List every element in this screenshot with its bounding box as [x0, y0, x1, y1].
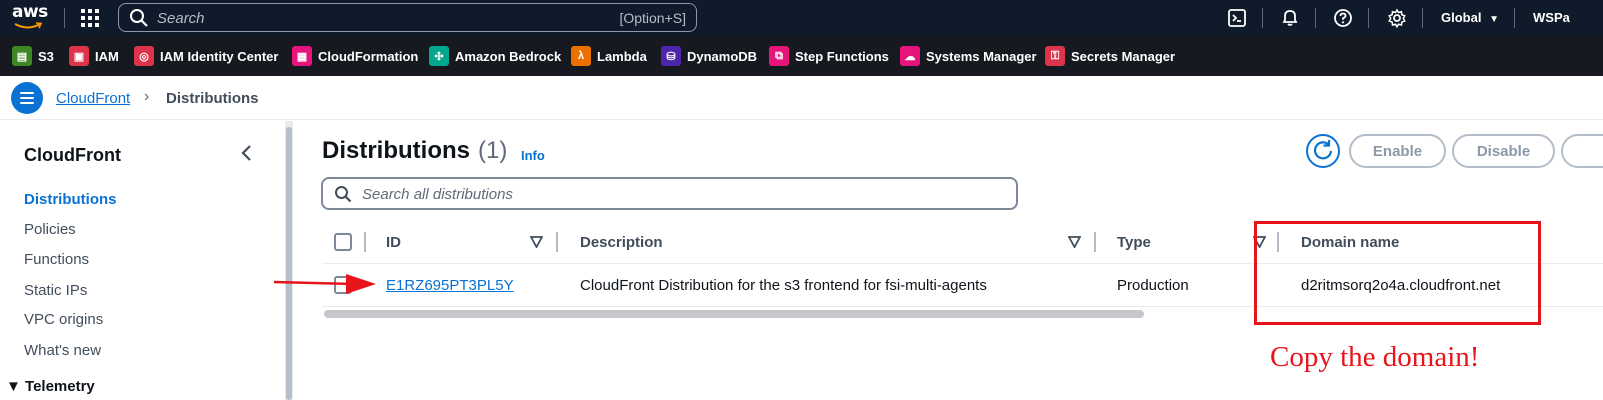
column-divider[interactable]	[1094, 232, 1096, 252]
favorite-label: Lambda	[597, 48, 647, 64]
sidebar-section-telemetry[interactable]: ▼ Telemetry	[6, 378, 95, 395]
sidebar-item-distributions[interactable]: Distributions	[24, 191, 117, 208]
lambda-icon: λ	[571, 46, 591, 66]
gear-icon[interactable]	[1387, 8, 1407, 28]
favorites-bar: ▤ S3 ▣ IAM ◎ IAM Identity Center ▦ CloudForm…	[0, 36, 1603, 76]
sidebar-scrollbar[interactable]	[285, 121, 293, 400]
region-label: Global	[1441, 10, 1482, 25]
search-icon	[335, 186, 352, 203]
divider	[1514, 8, 1515, 28]
search-placeholder: Search all distributions	[362, 186, 513, 203]
annotation-arrow-icon	[273, 274, 376, 294]
enable-button[interactable]: Enable	[1349, 134, 1446, 168]
side-navigation: CloudFront Distributions Policies Functi…	[0, 121, 285, 400]
favorite-cloudformation[interactable]: ▦ CloudFormation	[292, 45, 418, 67]
annotation-text: Copy the domain!	[1270, 341, 1480, 373]
favorite-secrets-manager[interactable]: ⚿ Secrets Manager	[1045, 45, 1175, 67]
favorite-label: S3	[38, 48, 54, 64]
sidebar-item-vpc-origins[interactable]: VPC origins	[24, 311, 103, 328]
bell-icon[interactable]	[1280, 8, 1300, 28]
breadcrumb-current: Distributions	[166, 90, 259, 107]
favorite-dynamodb[interactable]: ⛁ DynamoDB	[661, 45, 757, 67]
divider	[1422, 8, 1423, 28]
sidebar-item-static-ips[interactable]: Static IPs	[24, 282, 87, 299]
column-divider	[364, 232, 366, 252]
global-search-input[interactable]: Search [Option+S]	[118, 3, 697, 32]
s3-icon: ▤	[12, 46, 32, 66]
chevron-right-icon: ›	[144, 88, 150, 105]
caret-down-icon: ▼	[1489, 14, 1499, 25]
sidebar-item-functions[interactable]: Functions	[24, 251, 89, 268]
column-header-type[interactable]: Type	[1117, 234, 1151, 251]
favorite-label: Secrets Manager	[1071, 48, 1176, 64]
region-selector[interactable]: Global ▼	[1441, 10, 1499, 25]
info-link[interactable]: Info	[521, 148, 545, 163]
breadcrumb-bar: CloudFront › Distributions	[0, 76, 1603, 120]
sidebar-title[interactable]: CloudFront	[24, 145, 121, 166]
favorite-label: CloudFormation	[318, 48, 419, 64]
chevron-left-icon[interactable]	[238, 143, 256, 163]
divider	[1262, 8, 1263, 28]
table-horizontal-scrollbar[interactable]	[324, 310, 1144, 318]
aws-logo-text: aws	[12, 2, 48, 22]
account-menu[interactable]: WSPa	[1533, 10, 1570, 25]
sort-icon[interactable]	[530, 236, 543, 248]
step-functions-icon: ⧉	[769, 46, 789, 66]
favorite-label: Systems Manager	[926, 48, 1037, 64]
favorite-iam-identity-center[interactable]: ◎ IAM Identity Center	[134, 45, 278, 67]
search-icon	[130, 9, 148, 27]
search-shortcut: [Option+S]	[619, 10, 686, 26]
identity-center-icon: ◎	[134, 46, 154, 66]
systems-manager-icon: ☁	[900, 46, 920, 66]
distribution-description: CloudFront Distribution for the s3 front…	[580, 277, 987, 294]
top-navigation: aws Search [Option+S] Global ▼ WSPa	[0, 0, 1603, 36]
help-icon[interactable]	[1333, 8, 1353, 28]
select-all-checkbox[interactable]	[334, 233, 352, 251]
more-actions-button[interactable]	[1561, 134, 1603, 168]
dynamodb-icon: ⛁	[661, 46, 681, 66]
services-grid-icon[interactable]	[81, 9, 99, 27]
scrollbar-thumb[interactable]	[286, 127, 292, 400]
divider	[64, 8, 65, 28]
distribution-id-link[interactable]: E1RZ695PT3PL5Y	[386, 277, 514, 294]
breadcrumb-cloudfront-link[interactable]: CloudFront	[56, 90, 130, 107]
favorite-label: Amazon Bedrock	[455, 48, 562, 64]
column-divider[interactable]	[556, 232, 558, 252]
secrets-manager-icon: ⚿	[1045, 46, 1065, 66]
favorite-step-functions[interactable]: ⧉ Step Functions	[769, 45, 889, 67]
cloudformation-icon: ▦	[292, 46, 312, 66]
sidebar-item-policies[interactable]: Policies	[24, 221, 76, 238]
aws-logo[interactable]: aws	[12, 2, 48, 32]
favorite-label: IAM Identity Center	[160, 48, 279, 64]
iam-icon: ▣	[69, 46, 89, 66]
favorite-label: Step Functions	[795, 48, 889, 64]
column-header-description[interactable]: Description	[580, 234, 663, 251]
search-placeholder: Search	[157, 10, 205, 27]
column-header-id[interactable]: ID	[386, 234, 401, 251]
divider	[1368, 8, 1369, 28]
page-title: Distributions	[322, 137, 470, 164]
distribution-count: (1)	[478, 137, 508, 164]
refresh-icon	[1313, 140, 1333, 160]
favorite-label: IAM	[95, 48, 119, 64]
favorite-iam[interactable]: ▣ IAM	[69, 45, 119, 67]
bedrock-icon: ✣	[429, 46, 449, 66]
favorite-systems-manager[interactable]: ☁ Systems Manager	[900, 45, 1037, 67]
distributions-search-input[interactable]: Search all distributions	[321, 177, 1018, 210]
favorite-lambda[interactable]: λ Lambda	[571, 45, 647, 67]
side-menu-toggle-button[interactable]	[11, 82, 43, 114]
sort-icon[interactable]	[1068, 236, 1081, 248]
distribution-type: Production	[1117, 277, 1189, 294]
cloudshell-icon[interactable]	[1227, 8, 1247, 28]
annotation-highlight-box	[1254, 221, 1541, 325]
favorite-amazon-bedrock[interactable]: ✣ Amazon Bedrock	[429, 45, 561, 67]
refresh-button[interactable]	[1306, 134, 1340, 168]
favorite-label: DynamoDB	[687, 48, 758, 64]
disable-button[interactable]: Disable	[1452, 134, 1555, 168]
divider	[1315, 8, 1316, 28]
sidebar-item-whats-new[interactable]: What's new	[24, 342, 101, 359]
favorite-s3[interactable]: ▤ S3	[12, 45, 54, 67]
